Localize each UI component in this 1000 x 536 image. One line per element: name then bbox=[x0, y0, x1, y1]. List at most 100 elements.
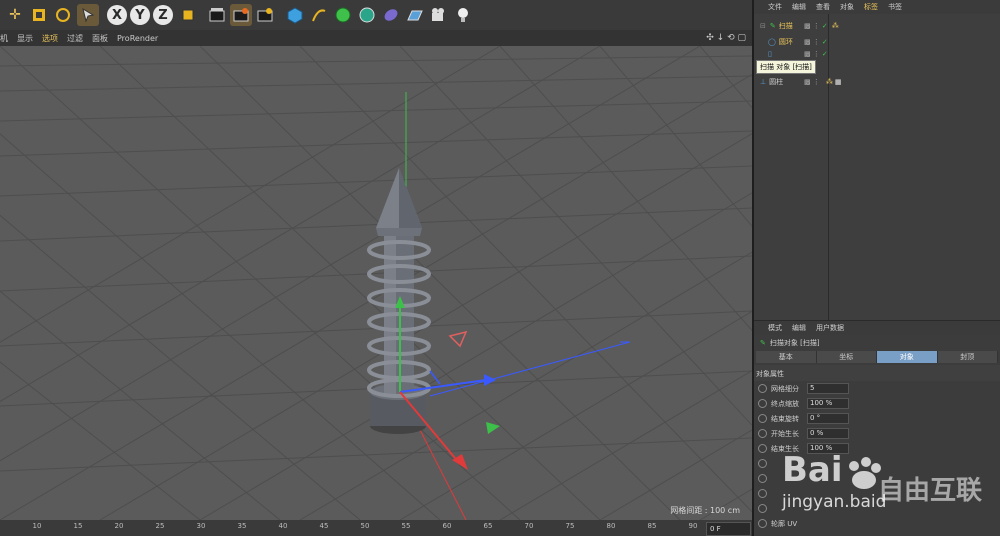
render-settings-icon[interactable] bbox=[254, 4, 276, 26]
tab-coordinates[interactable]: 坐标 bbox=[816, 351, 877, 363]
object-manager-list[interactable]: ⊟ ✎ 扫描 ◯ 圆环 ▯ ⊥ 圆柱 ▩ ⋮ ✓ ⁂ ▩ ⋮ ✓ ▩ ⋮ ✓ ▩… bbox=[754, 14, 1000, 320]
y-axis-lock-icon[interactable]: Y bbox=[130, 5, 150, 25]
timeline-ruler[interactable]: 10 15 20 25 30 35 40 45 50 55 60 65 70 7… bbox=[0, 520, 752, 536]
timeline-tick: 80 bbox=[606, 522, 616, 530]
render-picture-viewer-icon[interactable] bbox=[230, 4, 252, 26]
value-field[interactable]: 100 % bbox=[807, 398, 849, 409]
viewport-menu-bar: 机 显示 选项 过滤 面板 ProRender ✣ ↓ ⟲ ▢ bbox=[0, 30, 752, 46]
grid-spacing-label: 网格间距 : 100 cm bbox=[670, 506, 740, 515]
viewport-menu-camera[interactable]: 机 bbox=[0, 33, 8, 44]
tab-caps[interactable]: 封顶 bbox=[937, 351, 998, 363]
x-axis-lock-icon[interactable]: X bbox=[107, 5, 127, 25]
object-status-icons[interactable]: ▩ ⋮ ✓ bbox=[804, 36, 828, 48]
am-menu-userdata[interactable]: 用户数据 bbox=[816, 323, 844, 333]
value-field[interactable]: 5 bbox=[807, 383, 849, 394]
anim-dot-icon[interactable] bbox=[758, 414, 767, 423]
timeline-tick: 20 bbox=[114, 522, 124, 530]
viewport-menu-prorender[interactable]: ProRender bbox=[117, 34, 158, 43]
prop-row bbox=[754, 501, 1000, 516]
viewport-navigation-icons[interactable]: ✣ ↓ ⟲ ▢ bbox=[706, 33, 746, 43]
expand-icon[interactable]: ⊟ bbox=[760, 22, 766, 30]
viewport-menu-options[interactable]: 选项 bbox=[42, 33, 58, 44]
cloner-icon[interactable] bbox=[356, 4, 378, 26]
torus-spline-icon: ◯ bbox=[768, 38, 776, 46]
object-name[interactable]: 扫描 bbox=[779, 21, 793, 31]
light-bulb-icon[interactable] bbox=[452, 4, 474, 26]
prop-end-growth: 结束生长 100 % bbox=[754, 441, 1000, 456]
timeline-tick: 30 bbox=[196, 522, 206, 530]
prop-end-rotation: 结束旋转 0 ° bbox=[754, 411, 1000, 426]
object-row-torus[interactable]: ◯ 圆环 bbox=[768, 36, 793, 48]
prop-row bbox=[754, 486, 1000, 501]
anim-dot-icon[interactable] bbox=[758, 504, 767, 513]
value-field[interactable]: 0 ° bbox=[807, 413, 849, 424]
object-row-profile[interactable]: ▯ bbox=[768, 48, 775, 60]
attribute-manager-menu: 模式 编辑 用户数据 bbox=[754, 320, 1000, 335]
attribute-title-text: 扫描对象 [扫描] bbox=[769, 339, 820, 347]
3d-viewport[interactable]: 网格间距 : 100 cm bbox=[0, 46, 752, 520]
object-name[interactable]: 圆环 bbox=[779, 37, 793, 47]
gizmo-x-arrow-icon bbox=[484, 374, 496, 386]
prop-end-scale: 终点缩放 100 % bbox=[754, 396, 1000, 411]
om-menu-view[interactable]: 查看 bbox=[816, 2, 830, 12]
timeline-tick: 40 bbox=[278, 522, 288, 530]
rotate-tool-icon[interactable] bbox=[52, 4, 74, 26]
anim-dot-icon[interactable] bbox=[758, 474, 767, 483]
anim-dot-icon[interactable] bbox=[758, 519, 767, 528]
viewport-grid bbox=[0, 46, 752, 520]
om-menu-object[interactable]: 对象 bbox=[840, 2, 854, 12]
object-status-icons[interactable]: ▩ ⋮ ⁂ ▦ bbox=[804, 76, 841, 88]
timeline-tick: 85 bbox=[647, 522, 657, 530]
pen-spline-icon[interactable] bbox=[308, 4, 330, 26]
prop-contour-uv: 轮廓 UV bbox=[754, 516, 1000, 531]
world-x-axis-line bbox=[429, 341, 631, 397]
object-row-cylinder[interactable]: ⊥ 圆柱 bbox=[760, 76, 783, 88]
am-menu-mode[interactable]: 模式 bbox=[768, 323, 782, 333]
om-menu-file[interactable]: 文件 bbox=[768, 2, 782, 12]
timeline-tick: 75 bbox=[565, 522, 575, 530]
am-menu-edit[interactable]: 编辑 bbox=[792, 323, 806, 333]
value-field[interactable]: 0 % bbox=[807, 428, 849, 439]
deformer-icon[interactable] bbox=[380, 4, 402, 26]
anim-dot-icon[interactable] bbox=[758, 429, 767, 438]
anim-dot-icon[interactable] bbox=[758, 489, 767, 498]
scale-tool-icon[interactable] bbox=[28, 4, 50, 26]
viewport-menu-display[interactable]: 显示 bbox=[17, 33, 33, 44]
viewport-menu-panel[interactable]: 面板 bbox=[92, 33, 108, 44]
subdivision-icon[interactable] bbox=[332, 4, 354, 26]
om-menu-edit[interactable]: 编辑 bbox=[792, 2, 806, 12]
camera-icon[interactable] bbox=[428, 4, 450, 26]
z-axis-lock-icon[interactable]: Z bbox=[153, 5, 173, 25]
anim-dot-icon[interactable] bbox=[758, 459, 767, 468]
timeline-tick: 35 bbox=[237, 522, 247, 530]
value-field[interactable]: 100 % bbox=[807, 443, 849, 454]
tab-basic[interactable]: 基本 bbox=[756, 351, 817, 363]
object-row-sweep[interactable]: ⊟ ✎ 扫描 bbox=[760, 20, 793, 32]
om-menu-tags[interactable]: 标签 bbox=[864, 2, 878, 12]
spline-icon: ▯ bbox=[768, 50, 772, 58]
anim-dot-icon[interactable] bbox=[758, 444, 767, 453]
object-name[interactable]: 圆柱 bbox=[769, 77, 783, 87]
timeline-tick: 65 bbox=[483, 522, 493, 530]
cube-icon[interactable] bbox=[284, 4, 306, 26]
timeline-tick: 25 bbox=[155, 522, 165, 530]
gizmo-xz-plane-icon bbox=[448, 330, 468, 348]
anim-dot-icon[interactable] bbox=[758, 384, 767, 393]
render-view-icon[interactable] bbox=[206, 4, 228, 26]
object-status-icons[interactable]: ▩ ⋮ ✓ ⁂ bbox=[804, 20, 839, 32]
move-tool-icon[interactable]: ✛ bbox=[4, 4, 26, 26]
timeline-tick: 15 bbox=[73, 522, 83, 530]
anim-dot-icon[interactable] bbox=[758, 399, 767, 408]
tab-object[interactable]: 对象 bbox=[877, 351, 938, 363]
object-status-icons[interactable]: ▩ ⋮ ✓ bbox=[804, 48, 828, 60]
viewport-menu-filter[interactable]: 过滤 bbox=[67, 33, 83, 44]
current-frame-field[interactable]: 0 F bbox=[706, 522, 751, 536]
select-tool-icon[interactable] bbox=[77, 4, 99, 26]
floor-icon[interactable] bbox=[404, 4, 426, 26]
om-menu-bookmarks[interactable]: 书签 bbox=[888, 2, 902, 12]
timeline-tick: 50 bbox=[360, 522, 370, 530]
prop-row bbox=[754, 456, 1000, 471]
timeline-tick: 10 bbox=[32, 522, 42, 530]
attribute-tabs: 基本 坐标 对象 封顶 bbox=[756, 351, 998, 363]
coordinate-system-icon[interactable] bbox=[177, 4, 199, 26]
